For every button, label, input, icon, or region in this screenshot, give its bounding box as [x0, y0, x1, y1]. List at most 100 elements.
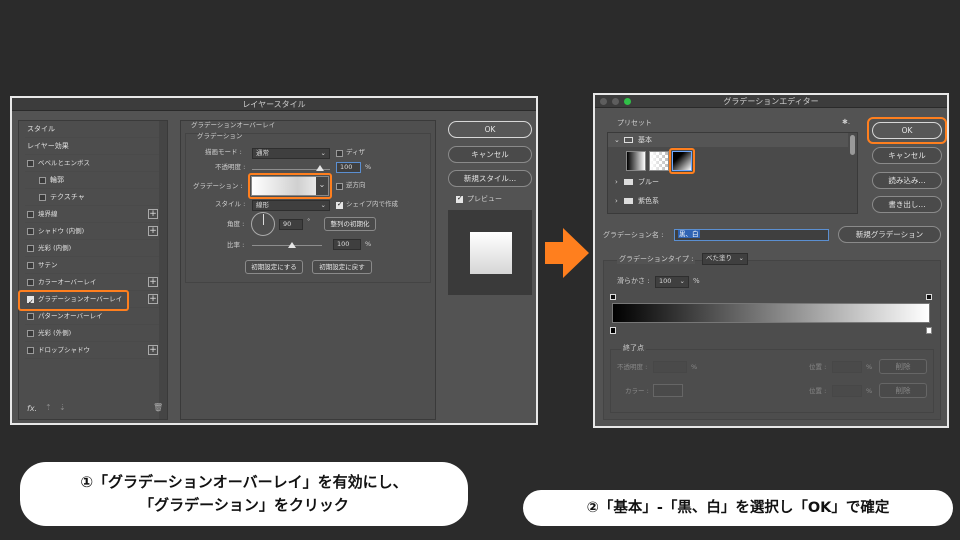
scale-slider-thumb[interactable] [288, 242, 296, 248]
step1-caption: ①「グラデーションオーバーレイ」を有効にし、 「グラデーション」をクリック [20, 462, 468, 526]
move-down-icon[interactable]: ⇣ [59, 403, 66, 412]
preset-group-purple[interactable]: › 紫色系 [608, 194, 848, 208]
preview-checkbox[interactable] [456, 194, 463, 203]
angle-input[interactable]: 90 [279, 219, 303, 230]
sidebar-item[interactable]: シャドウ (内側) + [25, 223, 163, 240]
style-select[interactable]: 線形 ⌄ [252, 200, 330, 211]
sidebar-item[interactable]: 光彩 (内側) [25, 240, 163, 257]
gradient-name-input[interactable]: 黒、白 [674, 229, 829, 241]
load-button[interactable]: 読み込み... [872, 172, 942, 189]
sidebar-item-label: 光彩 (外側) [38, 329, 72, 337]
window-close-icon[interactable] [600, 98, 607, 105]
ok-button[interactable]: OK [448, 121, 532, 138]
gradient-name-value: 黒、白 [678, 230, 700, 238]
trash-icon[interactable]: 🗑 [153, 403, 163, 412]
plus-icon[interactable]: + [148, 209, 158, 219]
presets-label: プリセット [617, 119, 652, 127]
sidebar-item-checkbox[interactable] [27, 313, 34, 320]
stop-color-swatch[interactable] [653, 384, 683, 397]
sidebar-scrollbar[interactable] [159, 121, 167, 419]
stop-opacity-position-input[interactable] [832, 361, 862, 373]
fx-menu-button[interactable]: fx. [27, 404, 37, 413]
gradient-overlay-panel: グラデーションオーバーレイ グラデーション 描画モード : 通常 ⌄ ディザ 不透… [180, 120, 436, 420]
sidebar-item-checkbox[interactable] [27, 262, 34, 269]
plus-icon[interactable]: + [148, 345, 158, 355]
cancel-button[interactable]: キャンセル [872, 147, 942, 164]
angle-dial-needle [263, 214, 264, 225]
new-style-button[interactable]: 新規スタイル... [448, 170, 532, 187]
sidebar-item-checkbox[interactable] [27, 347, 34, 354]
arrow-right-icon [545, 228, 589, 278]
blend-mode-select[interactable]: 通常 ⌄ [252, 148, 330, 159]
step1-caption-line1: ①「グラデーションオーバーレイ」を有効にし、 [80, 473, 408, 491]
sidebar-item[interactable]: ベベルとエンボス [25, 155, 163, 172]
folder-icon [624, 137, 633, 143]
move-up-icon[interactable]: ⇡ [45, 403, 52, 412]
scale-slider[interactable] [252, 245, 322, 246]
color-stop-right[interactable] [926, 327, 932, 334]
sidebar-item-checkbox[interactable] [39, 194, 46, 201]
opacity-slider-thumb[interactable] [316, 165, 324, 171]
sidebar-item[interactable]: サテン [25, 257, 163, 274]
sidebar-item[interactable]: 光彩 (外側) [25, 325, 163, 342]
angle-label: 角度 : [227, 220, 245, 228]
sidebar-item[interactable]: テクスチャ [25, 189, 163, 206]
stop-color-delete-button[interactable]: 削除 [879, 383, 927, 398]
sidebar-item[interactable]: カラーオーバーレイ + [25, 274, 163, 291]
gradient-bar[interactable] [612, 303, 930, 323]
plus-icon[interactable]: + [148, 277, 158, 287]
save-button[interactable]: 書き出し... [872, 196, 942, 213]
make-default-button[interactable]: 初期設定にする [245, 260, 303, 274]
sidebar-item[interactable]: 境界線 + [25, 206, 163, 223]
cancel-button[interactable]: キャンセル [448, 146, 532, 163]
sidebar-item-checkbox[interactable] [27, 279, 34, 286]
sidebar-item[interactable]: 輪郭 [25, 172, 163, 189]
gradient-type-select[interactable]: べた塗り ⌄ [702, 253, 748, 265]
reset-alignment-button[interactable]: 整列の初期化 [324, 217, 376, 231]
sidebar-item-checkbox[interactable] [27, 330, 34, 337]
stop-color-position-input[interactable] [832, 385, 862, 397]
window-minimize-icon[interactable] [612, 98, 619, 105]
window-zoom-icon[interactable] [624, 98, 631, 105]
gradient-editor-dialog: グラデーションエディター プリセット ✱. ⌄ 基本 › ブルー › 紫色系 O… [593, 93, 949, 428]
dither-label: ディザ [346, 148, 366, 156]
preset-foreground-to-transparent[interactable] [649, 151, 669, 171]
style-preview-swatch [470, 232, 512, 274]
stops-title: 終了点 [621, 344, 646, 353]
sidebar-item[interactable]: ドロップシャドウ + [25, 342, 163, 359]
color-stop-left[interactable] [610, 327, 616, 334]
opacity-stop-right[interactable] [926, 294, 932, 300]
plus-icon[interactable]: + [148, 294, 158, 304]
opacity-input[interactable]: 100 [336, 162, 361, 173]
preset-group-blue[interactable]: › ブルー [608, 175, 848, 189]
stop-color-position-unit: % [866, 387, 873, 395]
sidebar-item-checkbox[interactable] [39, 177, 46, 184]
preset-group-basic[interactable]: ⌄ 基本 [608, 133, 848, 147]
sidebar-item-checkbox[interactable] [27, 245, 34, 252]
sidebar-item[interactable]: レイヤー効果 [25, 138, 163, 155]
subsection-title: グラデーション [197, 132, 243, 140]
opacity-stop-left[interactable] [610, 294, 616, 300]
presets-gear-icon[interactable]: ✱. [842, 118, 850, 127]
reset-default-button[interactable]: 初期設定に戻す [312, 260, 372, 274]
preset-foreground-to-background[interactable] [626, 151, 646, 171]
stop-opacity-delete-button[interactable]: 削除 [879, 359, 927, 374]
stop-opacity-input[interactable] [653, 361, 687, 373]
dither-checkbox[interactable] [336, 150, 343, 157]
align-with-layer-checkbox[interactable] [336, 200, 343, 209]
angle-dial[interactable] [251, 212, 275, 236]
new-gradient-button[interactable]: 新規グラデーション [838, 226, 941, 243]
sidebar-item[interactable]: スタイル [25, 121, 163, 138]
sidebar-item-checkbox[interactable] [27, 228, 34, 235]
plus-icon[interactable]: + [148, 226, 158, 236]
smoothness-label: 滑らかさ : [617, 277, 650, 285]
black-white-highlight [669, 148, 695, 174]
sidebar-item-checkbox[interactable] [27, 160, 34, 167]
presets-scrollbar[interactable] [850, 135, 855, 155]
sidebar-item-checkbox[interactable] [27, 211, 34, 218]
sidebar-item-label: レイヤー効果 [27, 142, 69, 150]
reverse-checkbox[interactable] [336, 183, 343, 190]
layer-style-dialog: レイヤースタイル スタイル レイヤー効果 ベベルとエンボス 輪郭 テクスチャ 境界線 + シャ… [10, 96, 538, 425]
smoothness-select[interactable]: 100 ⌄ [655, 276, 689, 288]
scale-input[interactable]: 100 [333, 239, 361, 250]
